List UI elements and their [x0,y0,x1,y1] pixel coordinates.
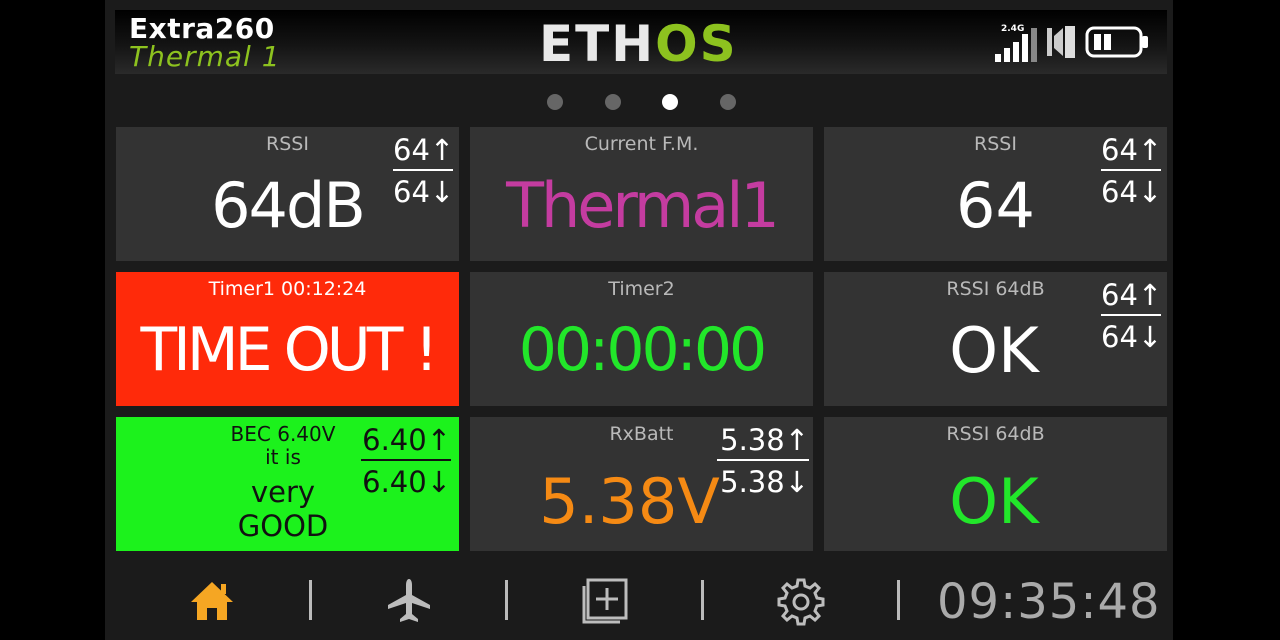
min-value: 5.38↓ [720,465,809,499]
page-dot-3-active[interactable] [662,94,678,110]
battery-icon[interactable] [1085,26,1151,58]
signal-strength-icon[interactable]: 2.4G [993,22,1041,62]
nav-separator [701,580,704,620]
widget-rssi[interactable]: RSSI 64 64↑ 64↓ [824,127,1167,261]
max-value: 64↑ [1101,278,1163,312]
widget-rx-battery[interactable]: RxBatt 5.38V 5.38↑ 5.38↓ [470,417,813,551]
active-flight-mode: Thermal 1 [129,40,281,73]
radio-screen: Extra260 Thermal 1 ETHOS 2.4G RSSI 64dB … [105,0,1173,640]
nav-separator [309,580,312,620]
ethos-logo: ETHOS [539,18,738,70]
max-value: 64↑ [1101,133,1163,167]
nav-separator [505,580,508,620]
status-icons: 2.4G [993,22,1153,62]
widget-label: RSSI 64dB [946,423,1045,445]
band-label: 2.4G [1001,24,1025,34]
min-value: 64↓ [1101,175,1163,209]
nav-separator [897,580,900,620]
widget-value: Thermal1 [506,169,780,242]
widget-bec-voltage[interactable]: BEC 6.40V it is very GOOD 6.40↑ 6.40↓ [116,417,459,551]
widget-rssi-status[interactable]: RSSI 64dB OK 64↑ 64↓ [824,272,1167,406]
bottom-nav-bar: 09:35:48 [105,560,1173,640]
max-value: 6.40↑ [362,423,451,457]
airplane-icon[interactable] [384,576,434,626]
min-max-readout: 64↑ 64↓ [1101,278,1163,354]
widget-value: 00:00:00 [518,315,767,385]
widget-rssi-status-2[interactable]: RSSI 64dB OK [824,417,1167,551]
widget-current-flight-mode[interactable]: Current F.M. Thermal1 [470,127,813,261]
page-indicator [105,92,1173,112]
page-dot-2[interactable] [605,94,621,110]
widget-label: Timer1 00:12:24 [208,278,367,300]
min-value: 64↓ [1101,320,1163,354]
widget-label: Current F.M. [584,133,699,155]
gear-icon[interactable] [776,576,826,626]
min-max-readout: 64↑ 64↓ [1101,133,1163,209]
max-value: 64↑ [393,133,455,167]
page-dot-4[interactable] [720,94,736,110]
speaker-muted-icon[interactable] [1045,24,1081,60]
min-max-readout: 6.40↑ 6.40↓ [361,423,451,499]
widget-rssi-db[interactable]: RSSI 64dB 64↑ 64↓ [116,127,459,261]
widget-timer1[interactable]: Timer1 00:12:24 TIME OUT ! [116,272,459,406]
home-icon[interactable] [187,576,237,626]
min-max-readout: 64↑ 64↓ [393,133,455,209]
top-bar: Extra260 Thermal 1 ETHOS 2.4G [115,10,1167,74]
min-value: 6.40↓ [362,465,451,499]
widget-value: TIME OUT ! [140,315,438,385]
min-value: 64↓ [393,175,455,209]
system-clock: 09:35:48 [937,574,1161,630]
logo-text-eth: ETH [539,15,656,73]
min-max-readout: 5.38↑ 5.38↓ [717,423,809,499]
layout-icon[interactable] [580,576,630,626]
widget-timer2[interactable]: Timer2 00:00:00 [470,272,813,406]
logo-text-os: OS [655,15,738,73]
max-value: 5.38↑ [720,423,809,457]
page-dot-1[interactable] [547,94,563,110]
widget-label: Timer2 [608,278,675,300]
widget-value: OK [949,465,1039,538]
